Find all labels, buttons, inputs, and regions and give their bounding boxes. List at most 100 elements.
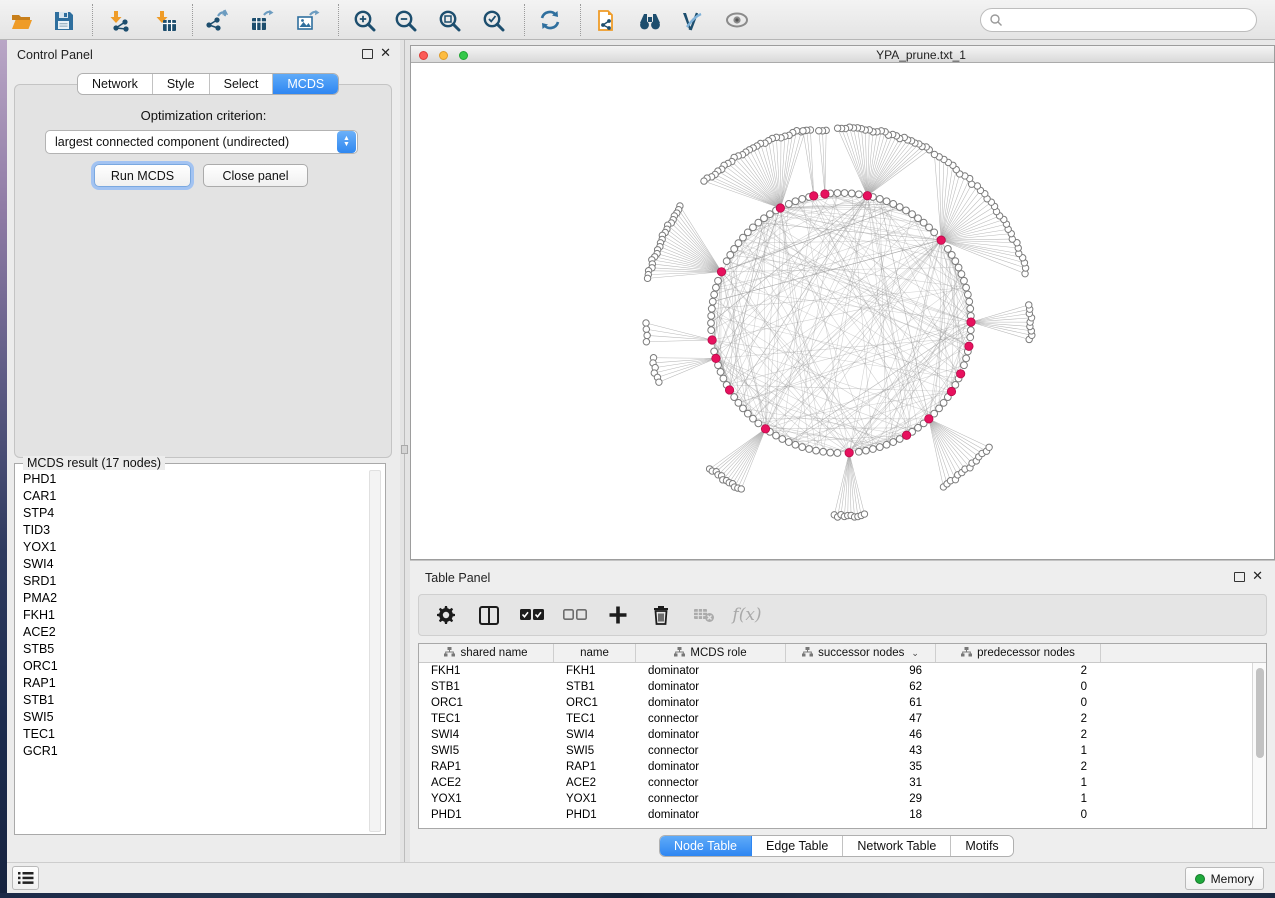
cell-shared-name[interactable]: ACE2 xyxy=(419,777,554,789)
cell-mcds-role[interactable]: dominator xyxy=(636,665,786,677)
tab-edge-table[interactable]: Edge Table xyxy=(752,836,843,856)
cell-predecessor-nodes[interactable]: 0 xyxy=(936,697,1101,709)
mcds-result-scrollbar[interactable] xyxy=(369,470,381,832)
mcds-result-item[interactable]: STB5 xyxy=(16,640,368,657)
cell-name[interactable]: ORC1 xyxy=(554,697,636,709)
eye-icon[interactable] xyxy=(720,4,754,36)
table-scrollbar[interactable] xyxy=(1252,663,1266,828)
network-document-icon[interactable] xyxy=(590,4,624,36)
cell-successor-nodes[interactable]: 35 xyxy=(786,761,936,773)
mcds-result-item[interactable]: PHD1 xyxy=(16,470,368,487)
cell-shared-name[interactable]: TEC1 xyxy=(419,713,554,725)
memory-button[interactable]: Memory xyxy=(1185,867,1264,890)
cell-mcds-role[interactable]: dominator xyxy=(636,809,786,821)
cell-successor-nodes[interactable]: 46 xyxy=(786,729,936,741)
cell-predecessor-nodes[interactable]: 0 xyxy=(936,681,1101,693)
cell-shared-name[interactable]: PHD1 xyxy=(419,809,554,821)
task-history-button[interactable] xyxy=(12,866,39,890)
cell-successor-nodes[interactable]: 29 xyxy=(786,793,936,805)
mcds-result-item[interactable]: PMA2 xyxy=(16,589,368,606)
close-panel-icon[interactable]: ✕ xyxy=(380,48,391,58)
table-row[interactable]: FKH1FKH1dominator962 xyxy=(419,663,1252,679)
export-table-icon[interactable] xyxy=(245,4,279,36)
cell-mcds-role[interactable]: connector xyxy=(636,777,786,789)
cell-successor-nodes[interactable]: 96 xyxy=(786,665,936,677)
optimization-criterion-select[interactable]: largest connected component (undirected)… xyxy=(45,130,358,154)
table-scrollbar-thumb[interactable] xyxy=(1256,668,1264,758)
cell-name[interactable]: FKH1 xyxy=(554,665,636,677)
table-row[interactable]: ACE2ACE2connector311 xyxy=(419,775,1252,791)
cell-shared-name[interactable]: STB1 xyxy=(419,681,554,693)
panel-splitter[interactable] xyxy=(400,40,410,862)
mcds-result-item[interactable]: STP4 xyxy=(16,504,368,521)
zoom-selected-icon[interactable] xyxy=(477,4,511,36)
cell-mcds-role[interactable]: dominator xyxy=(636,681,786,693)
mcds-result-item[interactable]: ACE2 xyxy=(16,623,368,640)
cell-name[interactable]: SWI4 xyxy=(554,729,636,741)
cell-shared-name[interactable]: SWI5 xyxy=(419,745,554,757)
mcds-result-item[interactable]: STB1 xyxy=(16,691,368,708)
cell-name[interactable]: TEC1 xyxy=(554,713,636,725)
table-row[interactable]: YOX1YOX1connector291 xyxy=(419,791,1252,807)
cell-predecessor-nodes[interactable]: 1 xyxy=(936,793,1101,805)
column-header-successor-nodes[interactable]: successor nodes⌄ xyxy=(786,644,936,662)
table-row[interactable]: STB1STB1dominator620 xyxy=(419,679,1252,695)
run-mcds-button[interactable]: Run MCDS xyxy=(94,164,191,187)
cell-mcds-role[interactable]: connector xyxy=(636,745,786,757)
float-table-panel-icon[interactable] xyxy=(1234,572,1245,582)
tab-style[interactable]: Style xyxy=(153,74,210,94)
mcds-result-item[interactable]: ORC1 xyxy=(16,657,368,674)
open-icon[interactable] xyxy=(5,4,39,36)
import-table-icon[interactable] xyxy=(149,4,183,36)
cell-predecessor-nodes[interactable]: 1 xyxy=(936,745,1101,757)
cell-shared-name[interactable]: YOX1 xyxy=(419,793,554,805)
network-window-titlebar[interactable]: YPA_prune.txt_1 xyxy=(411,46,1274,63)
cell-predecessor-nodes[interactable]: 2 xyxy=(936,665,1101,677)
cell-name[interactable]: YOX1 xyxy=(554,793,636,805)
cell-shared-name[interactable]: RAP1 xyxy=(419,761,554,773)
mcds-result-item[interactable]: SWI4 xyxy=(16,555,368,572)
save-icon[interactable] xyxy=(47,4,81,36)
mcds-result-item[interactable]: RAP1 xyxy=(16,674,368,691)
table-row[interactable]: TEC1TEC1connector472 xyxy=(419,711,1252,727)
splitter-grip[interactable] xyxy=(401,445,408,454)
cell-name[interactable]: ACE2 xyxy=(554,777,636,789)
mcds-result-item[interactable]: FKH1 xyxy=(16,606,368,623)
cell-predecessor-nodes[interactable]: 1 xyxy=(936,777,1101,789)
table-row[interactable]: ORC1ORC1dominator610 xyxy=(419,695,1252,711)
cell-mcds-role[interactable]: dominator xyxy=(636,761,786,773)
tab-network-table[interactable]: Network Table xyxy=(843,836,951,856)
table-row[interactable]: PHD1PHD1dominator180 xyxy=(419,807,1252,823)
cell-name[interactable]: SWI5 xyxy=(554,745,636,757)
cell-predecessor-nodes[interactable]: 2 xyxy=(936,729,1101,741)
cell-name[interactable]: PHD1 xyxy=(554,809,636,821)
refresh-icon[interactable] xyxy=(533,4,567,36)
cell-shared-name[interactable]: FKH1 xyxy=(419,665,554,677)
close-panel-button[interactable]: Close panel xyxy=(203,164,308,187)
cell-successor-nodes[interactable]: 61 xyxy=(786,697,936,709)
node-table[interactable]: shared namenameMCDS rolesuccessor nodes⌄… xyxy=(418,643,1267,829)
cell-successor-nodes[interactable]: 43 xyxy=(786,745,936,757)
tab-motifs[interactable]: Motifs xyxy=(951,836,1012,856)
mcds-result-item[interactable]: SWI5 xyxy=(16,708,368,725)
cell-shared-name[interactable]: SWI4 xyxy=(419,729,554,741)
mcds-result-item[interactable]: TID3 xyxy=(16,521,368,538)
vizmap-icon[interactable] xyxy=(675,4,709,36)
cell-mcds-role[interactable]: connector xyxy=(636,713,786,725)
delete-icon[interactable] xyxy=(648,602,674,628)
cell-successor-nodes[interactable]: 47 xyxy=(786,713,936,725)
cell-mcds-role[interactable]: connector xyxy=(636,793,786,805)
mcds-result-item[interactable]: YOX1 xyxy=(16,538,368,555)
binoculars-icon[interactable] xyxy=(633,4,667,36)
column-header-predecessor-nodes[interactable]: predecessor nodes xyxy=(936,644,1101,662)
tab-node-table[interactable]: Node Table xyxy=(660,836,752,856)
cell-successor-nodes[interactable]: 62 xyxy=(786,681,936,693)
float-panel-icon[interactable] xyxy=(362,49,373,59)
cell-shared-name[interactable]: ORC1 xyxy=(419,697,554,709)
network-canvas[interactable] xyxy=(411,63,1274,559)
export-network-icon[interactable] xyxy=(199,4,233,36)
cell-mcds-role[interactable]: dominator xyxy=(636,697,786,709)
tab-select[interactable]: Select xyxy=(210,74,274,94)
columns-icon[interactable] xyxy=(476,602,502,628)
cell-successor-nodes[interactable]: 31 xyxy=(786,777,936,789)
